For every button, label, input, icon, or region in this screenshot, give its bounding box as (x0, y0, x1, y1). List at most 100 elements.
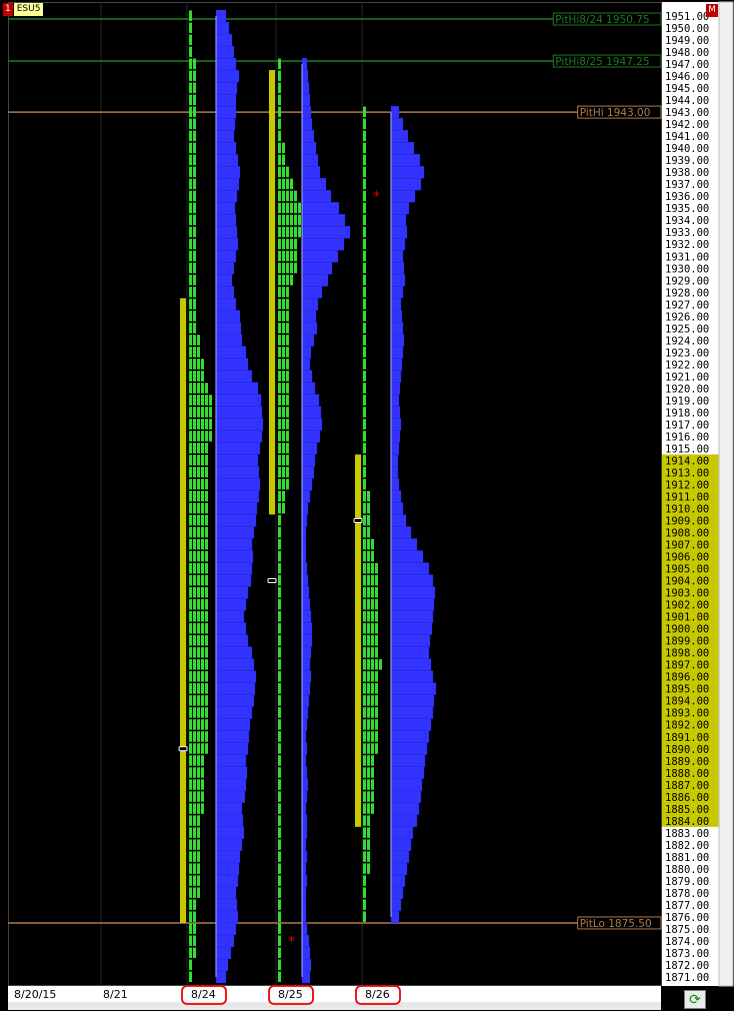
tpo-block (363, 406, 366, 418)
tpo-block (201, 503, 204, 514)
tpo-block (201, 743, 204, 754)
volume-bar (215, 562, 253, 575)
tpo-block (379, 659, 382, 670)
tpo-block (278, 490, 281, 502)
tpo-block (282, 190, 285, 202)
price-tick-label: 1884.00 (665, 816, 709, 828)
tpo-block (363, 863, 366, 874)
volume-bar (215, 526, 255, 539)
tpo-block (282, 478, 285, 490)
tpo-block (193, 298, 196, 310)
tpo-block (205, 563, 208, 574)
tpo-block (278, 659, 281, 670)
tpo-block (193, 659, 196, 670)
price-tick-label: 1944.00 (665, 95, 709, 107)
tpo-block (193, 719, 196, 730)
price-tick-label: 1925.00 (665, 323, 709, 335)
tpo-block (375, 575, 378, 586)
volume-bar (301, 105, 312, 119)
tpo-block (371, 779, 374, 790)
tpo-block (201, 707, 204, 718)
refresh-button[interactable]: ⟳ (684, 990, 706, 1009)
tpo-block (290, 226, 293, 238)
tpo-block (189, 10, 192, 22)
tpo-block (189, 635, 192, 646)
volume-bar (215, 214, 237, 227)
volume-bar (390, 862, 408, 876)
tpo-block (189, 382, 192, 394)
volume-bar (301, 81, 310, 95)
tpo-block (278, 719, 281, 730)
tpo-block (193, 178, 196, 190)
volume-bar (390, 670, 434, 683)
price-tick-label: 1923.00 (665, 347, 709, 359)
volume-bar (390, 550, 424, 563)
price-tick-label: 1888.00 (665, 768, 709, 780)
tpo-block (189, 418, 192, 430)
tpo-block (286, 430, 289, 442)
price-tick-label: 1940.00 (665, 143, 709, 155)
symbol-badge[interactable]: 1 ESU5 (3, 3, 44, 16)
tpo-block (189, 779, 192, 790)
tpo-block (189, 887, 192, 898)
tpo-block (278, 442, 281, 454)
volume-bar (215, 490, 260, 503)
volume-bar (215, 718, 251, 731)
tpo-block (193, 647, 196, 658)
volume-bar (301, 730, 307, 743)
tpo-block (278, 394, 281, 406)
tpo-block (189, 346, 192, 358)
tpo-block (205, 671, 208, 682)
tpo-block (197, 755, 200, 766)
market-profile-chart[interactable]: 1871.001872.001873.001874.001875.001876.… (0, 0, 734, 1011)
tpo-block (278, 322, 281, 334)
tpo-block (278, 310, 281, 322)
marker-badge[interactable]: M (706, 4, 718, 17)
volume-bar (215, 970, 227, 984)
volume-bar (301, 129, 315, 143)
tpo-block (290, 238, 293, 250)
volume-bar (390, 754, 426, 767)
tpo-block (278, 911, 281, 922)
tpo-block (197, 466, 200, 478)
tpo-block (367, 683, 370, 694)
tpo-block (197, 707, 200, 718)
tpo-block (205, 743, 208, 754)
volume-bar (390, 598, 435, 611)
volume-bar (390, 766, 425, 779)
volume-bar (301, 622, 313, 635)
tpo-block (197, 803, 200, 814)
tpo-block (282, 442, 285, 454)
volume-bar (301, 382, 316, 395)
tpo-block (278, 935, 281, 946)
tpo-block (209, 418, 212, 430)
volume-bar (390, 586, 436, 599)
tpo-block (367, 791, 370, 802)
volume-bar (390, 706, 434, 719)
tpo-block (282, 454, 285, 466)
tpo-block (197, 454, 200, 466)
tpo-block (363, 887, 366, 898)
tpo-block (278, 262, 281, 274)
volume-bar (215, 574, 252, 587)
tpo-block (197, 551, 200, 562)
tpo-block (193, 310, 196, 322)
tpo-block (282, 503, 285, 514)
tpo-block (205, 394, 208, 406)
tpo-block (367, 490, 370, 502)
tpo-block (189, 599, 192, 610)
volume-bar (215, 430, 263, 443)
volume-bar (301, 322, 318, 335)
tpo-block (197, 695, 200, 706)
tpo-block (201, 791, 204, 802)
price-tick-label: 1886.00 (665, 792, 709, 804)
tpo-block (193, 815, 196, 826)
volume-bar (390, 838, 412, 852)
volume-bar (390, 646, 430, 659)
tpo-block (205, 382, 208, 394)
tpo-block (278, 803, 281, 814)
volume-bar (301, 706, 309, 719)
tpo-block (189, 46, 192, 58)
tpo-block (205, 430, 208, 442)
volume-bar (301, 502, 309, 515)
